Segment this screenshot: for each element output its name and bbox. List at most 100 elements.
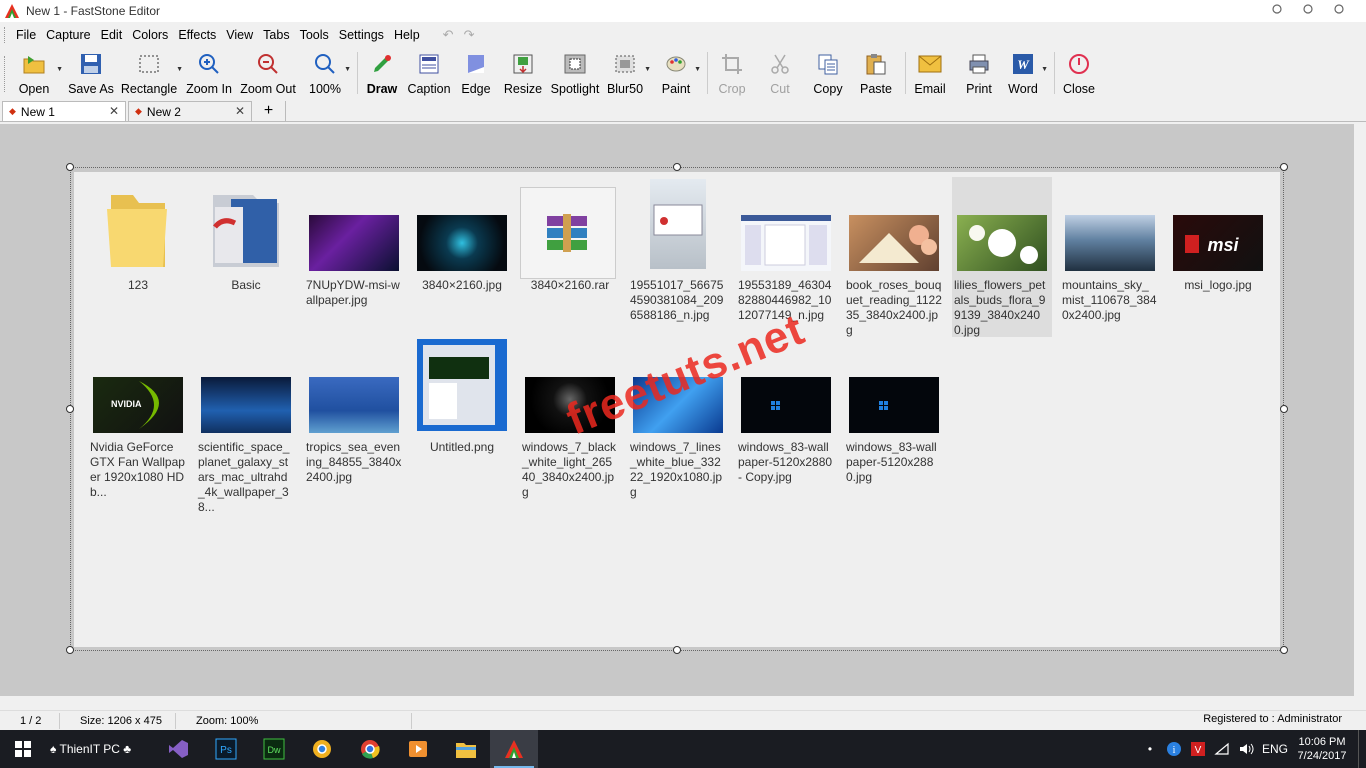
menu-settings[interactable]: Settings: [334, 24, 389, 46]
print-button[interactable]: Print: [960, 48, 998, 98]
minimize-button[interactable]: [1270, 2, 1284, 16]
spotlight-button[interactable]: Spotlight: [549, 48, 601, 98]
chevron-down-icon[interactable]: ▼: [344, 66, 351, 73]
file-item[interactable]: Basic: [196, 177, 296, 327]
resize-handle[interactable]: [673, 163, 681, 171]
taskbar: ♠ ThienIT PC ♣ Ps Dw • i V ENG 10:06 PM …: [0, 730, 1366, 768]
chevron-up-icon[interactable]: •: [1138, 742, 1162, 756]
zoom-out-button[interactable]: Zoom Out: [239, 48, 297, 98]
image-canvas[interactable]: 123 Basic 7NUpYDW-msi-wallpaper.jpg 3840×21…: [74, 172, 1280, 647]
close-icon[interactable]: ✕: [109, 104, 119, 118]
draw-button[interactable]: Draw: [363, 48, 401, 98]
tab-new-1[interactable]: ◆ New 1 ✕: [2, 101, 126, 121]
file-explorer-icon[interactable]: [442, 730, 490, 768]
media-player-icon[interactable]: [394, 730, 442, 768]
menu-file[interactable]: File: [11, 24, 41, 46]
rectangle-button[interactable]: Rectangle ▼: [121, 48, 183, 98]
file-item[interactable]: 3840×2160.jpg: [412, 177, 512, 327]
chevron-down-icon[interactable]: ▼: [644, 66, 651, 73]
close-window-button[interactable]: [1332, 2, 1346, 16]
file-item[interactable]: scientific_space_planet_galaxy_stars_mac…: [196, 339, 296, 514]
chrome-canary-icon[interactable]: [298, 730, 346, 768]
file-item[interactable]: 19553189_4630482880446982_1012077149_n.j…: [736, 177, 836, 327]
paint-button[interactable]: Paint ▼: [657, 48, 701, 98]
file-item[interactable]: 123: [88, 177, 188, 327]
edge-button[interactable]: Edge: [457, 48, 495, 98]
volume-icon[interactable]: [1234, 742, 1258, 756]
chevron-down-icon[interactable]: ▼: [694, 66, 701, 73]
tab-strip: ◆ New 1 ✕ ◆ New 2 ✕ +: [0, 100, 1366, 122]
resize-handle[interactable]: [1280, 163, 1288, 171]
language-indicator[interactable]: ENG: [1258, 742, 1292, 756]
open-button[interactable]: Open ▼: [11, 48, 63, 98]
blur-button[interactable]: Blur50 ▼: [605, 48, 651, 98]
file-item[interactable]: book_roses_bouquet_reading_112235_3840x2…: [844, 177, 944, 337]
paste-button[interactable]: Paste: [857, 48, 895, 98]
copy-icon: [815, 51, 841, 77]
redo-icon[interactable]: ↷: [464, 27, 475, 43]
add-tab-button[interactable]: +: [252, 101, 286, 121]
file-item[interactable]: tropics_sea_evening_84855_3840x2400.jpg: [304, 339, 404, 489]
resize-handle[interactable]: [66, 163, 74, 171]
menu-view[interactable]: View: [221, 24, 258, 46]
file-item[interactable]: lilies_flowers_petals_buds_flora_99139_3…: [952, 177, 1052, 337]
menu-capture[interactable]: Capture: [41, 24, 95, 46]
title-bar: New 1 - FastStone Editor: [0, 0, 1366, 22]
file-item[interactable]: 19551017_566754590381084_2096588186_n.jp…: [628, 177, 728, 327]
show-desktop-button[interactable]: [1358, 730, 1366, 768]
crop-button[interactable]: Crop: [713, 48, 751, 98]
save-as-button[interactable]: Save As: [63, 48, 119, 98]
photoshop-icon[interactable]: Ps: [202, 730, 250, 768]
resize-handle[interactable]: [1280, 646, 1288, 654]
menu-colors[interactable]: Colors: [127, 24, 173, 46]
maximize-button[interactable]: [1301, 2, 1315, 16]
info-icon[interactable]: i: [1162, 741, 1186, 757]
email-button[interactable]: Email: [911, 48, 949, 98]
folder-app-icon: [201, 187, 291, 269]
blur-label: Blur50: [606, 82, 644, 96]
file-item[interactable]: 3840×2160.rar: [520, 177, 620, 327]
resize-button[interactable]: Resize: [503, 48, 543, 98]
chevron-down-icon[interactable]: ▼: [56, 66, 63, 73]
dreamweaver-icon[interactable]: Dw: [250, 730, 298, 768]
resize-handle[interactable]: [1280, 405, 1288, 413]
image-thumbnail: [1065, 215, 1155, 271]
faststone-taskbar-icon[interactable]: [490, 730, 538, 768]
zoom-in-button[interactable]: Zoom In: [185, 48, 233, 98]
file-item[interactable]: windows_83-wallpaper-5120x2880.jpg: [844, 339, 944, 489]
antivirus-icon[interactable]: V: [1186, 741, 1210, 757]
resize-handle[interactable]: [673, 646, 681, 654]
visual-studio-icon[interactable]: [154, 730, 202, 768]
horizontal-scrollbar[interactable]: [0, 696, 1366, 708]
file-item[interactable]: mountains_sky_mist_110678_3840x2400.jpg: [1060, 177, 1160, 327]
file-item[interactable]: Untitled.png: [412, 339, 512, 489]
file-item[interactable]: 7NUpYDW-msi-wallpaper.jpg: [304, 177, 404, 327]
resize-handle[interactable]: [66, 405, 74, 413]
menu-help[interactable]: Help: [389, 24, 425, 46]
caption-button[interactable]: Caption: [407, 48, 451, 98]
wifi-icon[interactable]: [1210, 742, 1234, 756]
menu-tabs[interactable]: Tabs: [258, 24, 294, 46]
close-icon[interactable]: ✕: [235, 104, 245, 118]
zoom-level-button[interactable]: 100% ▼: [305, 48, 351, 98]
chevron-down-icon[interactable]: ▼: [1041, 66, 1048, 73]
chrome-icon[interactable]: [346, 730, 394, 768]
clock[interactable]: 10:06 PM 7/24/2017: [1292, 735, 1352, 763]
start-button[interactable]: [0, 730, 46, 768]
vertical-scrollbar[interactable]: [1354, 124, 1366, 696]
tab-new-2[interactable]: ◆ New 2 ✕: [128, 101, 252, 121]
menu-edit[interactable]: Edit: [96, 24, 128, 46]
resize-handle[interactable]: [66, 646, 74, 654]
chevron-down-icon[interactable]: ▼: [176, 66, 183, 73]
copy-button[interactable]: Copy: [809, 48, 847, 98]
cut-button[interactable]: Cut: [761, 48, 799, 98]
word-button[interactable]: W Word ▼: [1004, 48, 1048, 98]
file-item[interactable]: NVIDIA Nvidia GeForce GTX Fan Wallpaper 1…: [88, 339, 188, 499]
menu-tools[interactable]: Tools: [295, 24, 334, 46]
file-item[interactable]: msi msi_logo.jpg: [1168, 177, 1268, 327]
file-name-label: Basic: [231, 278, 261, 292]
close-button[interactable]: Close: [1060, 48, 1098, 98]
pc-label[interactable]: ♠ ThienIT PC ♣: [50, 742, 154, 756]
menu-effects[interactable]: Effects: [173, 24, 221, 46]
undo-icon[interactable]: ↶: [443, 27, 454, 43]
